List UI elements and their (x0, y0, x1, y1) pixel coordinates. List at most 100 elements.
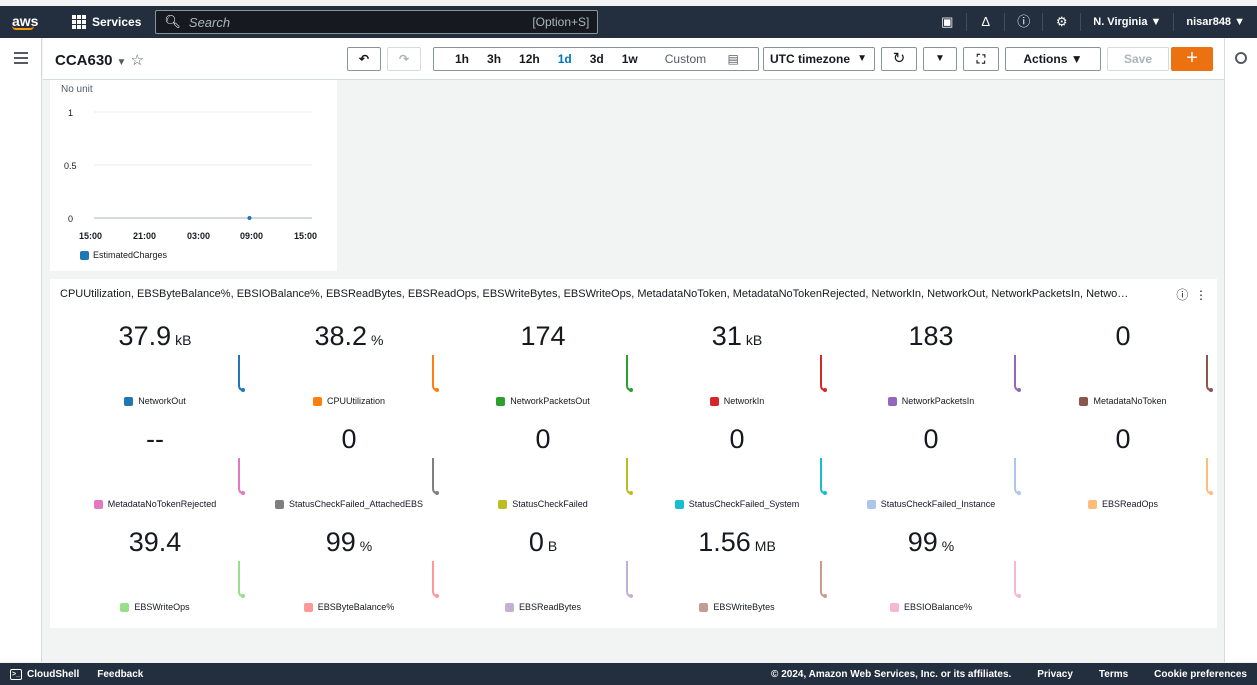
estimated-charges-widget: No unit 1 0.5 0 15:00 21:00 03:00 09:00 … (50, 80, 337, 271)
sparkline-point (629, 594, 633, 598)
legend-item[interactable]: EstimatedCharges (80, 250, 167, 260)
sparkline-point (1017, 388, 1021, 392)
account-menu[interactable]: nisar848 ▼ (1173, 13, 1257, 31)
time-range-selector: 1h 3h 12h 1d 3d 1w Custom ▤ (433, 47, 759, 71)
search-input[interactable]: 🔍︎ Search [Option+S] (155, 10, 599, 34)
refresh-button[interactable]: ↻ (881, 47, 917, 71)
legend-item[interactable]: NetworkPacketsOut (446, 396, 640, 406)
range-1w[interactable]: 1w (613, 52, 647, 66)
dashboard-title[interactable]: CCA630 ▼ ☆ (55, 51, 144, 69)
fullscreen-icon[interactable]: ⛶ (963, 47, 999, 71)
sparkline-point (435, 594, 439, 598)
sparkline-path (238, 561, 244, 597)
legend-item[interactable]: NetworkPacketsIn (834, 396, 1028, 406)
legend-item[interactable]: StatusCheckFailed_AttachedEBS (252, 499, 446, 509)
legend-label: StatusCheckFailed (512, 499, 588, 509)
cookie-preferences-link[interactable]: Cookie preferences (1154, 669, 1247, 680)
metric-number: 0 (528, 527, 544, 557)
sparkline-path (820, 561, 826, 597)
legend-label: StatusCheckFailed_AttachedEBS (288, 499, 424, 509)
legend-item[interactable]: StatusCheckFailed (446, 499, 640, 509)
sparkline-point (1017, 491, 1021, 495)
metric-number: 0 (341, 424, 357, 454)
metric-value: 39.4 (58, 525, 252, 559)
metric-value: 31 kB (640, 319, 834, 357)
legend-item[interactable]: StatusCheckFailed_System (640, 499, 834, 509)
legend-item[interactable]: MetadataNoTokenRejected (58, 499, 252, 509)
range-custom[interactable]: Custom ▤ (647, 52, 757, 66)
legend-item[interactable]: EBSWriteBytes (640, 602, 834, 612)
region-selector[interactable]: N. Virginia ▼ (1080, 13, 1173, 31)
sparkline-path (1014, 355, 1020, 391)
sparkline-path (626, 458, 632, 494)
sparkline-path (820, 355, 826, 391)
range-1d[interactable]: 1d (549, 52, 581, 66)
legend-item[interactable]: CPUUtilization (252, 396, 446, 406)
caret-down-icon[interactable]: ▼ (117, 57, 127, 68)
timezone-select[interactable]: UTC timezone ▼ (763, 47, 875, 71)
cloudshell-icon[interactable]: ▣ (928, 13, 966, 31)
legend-swatch (120, 602, 130, 612)
range-1h[interactable]: 1h (446, 52, 478, 66)
help-icon[interactable]: ⓘ (1004, 13, 1042, 31)
legend-item[interactable]: EBSReadOps (1026, 499, 1220, 509)
legend-item[interactable]: EBSReadBytes (446, 602, 640, 612)
metric-unit: kB (175, 332, 192, 348)
services-menu-button[interactable]: Services (64, 10, 149, 34)
legend-swatch (496, 396, 506, 406)
metric-value: 0 (834, 422, 1028, 456)
legend-item[interactable]: MetadataNoToken (1026, 396, 1220, 406)
sparkline-point (1209, 388, 1213, 392)
save-button[interactable]: Save (1107, 47, 1169, 71)
range-3h[interactable]: 3h (478, 52, 510, 66)
refresh-options-button[interactable]: ▼ (923, 47, 957, 71)
undo-button[interactable]: ↶ (347, 47, 381, 71)
tools-strip: i (1224, 38, 1257, 662)
hamburger-menu-icon[interactable] (14, 52, 28, 67)
legend-item[interactable]: NetworkIn (640, 396, 834, 406)
aws-logo[interactable]: aws (0, 14, 50, 30)
legend-label: NetworkPacketsIn (901, 396, 975, 406)
metric-value: 37.9 kB (58, 319, 252, 357)
more-options-icon[interactable]: ⋮ (1195, 288, 1207, 302)
metric-value: 38.2% (252, 319, 446, 357)
legend-item[interactable]: EBSWriteOps (58, 602, 252, 612)
metric-number: 39.4 (128, 527, 182, 557)
terms-link[interactable]: Terms (1099, 669, 1128, 680)
legend-item[interactable]: NetworkOut (58, 396, 252, 406)
add-widget-button[interactable]: + (1171, 47, 1213, 71)
metric-unit: % (941, 538, 955, 554)
legend-swatch (312, 396, 322, 406)
bell-icon[interactable]: ∆ (966, 13, 1004, 31)
range-12h[interactable]: 12h (510, 52, 549, 66)
legend-label: EBSReadBytes (518, 602, 582, 612)
calendar-icon: ▤ (727, 52, 739, 66)
metric-cell: 174 NetworkPacketsOut (446, 319, 640, 419)
metric-value: -- (58, 422, 252, 456)
side-nav-strip (0, 38, 42, 662)
legend-item[interactable]: EBSByteBalance% (252, 602, 446, 612)
sparkline-point (241, 388, 245, 392)
legend-item[interactable]: StatusCheckFailed_Instance (834, 499, 1028, 509)
range-3d[interactable]: 3d (581, 52, 613, 66)
info-panel-icon[interactable]: i (1235, 52, 1247, 64)
star-icon[interactable]: ☆ (130, 52, 143, 69)
search-placeholder: Search (188, 14, 231, 30)
legend-item[interactable]: EBSIOBalance% (834, 602, 1028, 612)
legend-swatch (274, 499, 284, 509)
x-tick-label: 21:00 (133, 231, 157, 241)
top-navigation: aws Services 🔍︎ Search [Option+S] ▣ ∆ ⓘ … (0, 6, 1257, 38)
info-icon[interactable]: ⓘ (1176, 288, 1188, 302)
legend-swatch (887, 396, 897, 406)
redo-button[interactable]: ↷ (387, 47, 421, 71)
cloudshell-button[interactable]: >_ CloudShell (0, 668, 79, 680)
metric-number: 99 (907, 527, 938, 557)
metric-value: 99% (252, 525, 446, 563)
privacy-link[interactable]: Privacy (1037, 669, 1073, 680)
feedback-link[interactable]: Feedback (97, 669, 143, 680)
gear-icon[interactable]: ⚙ (1042, 13, 1080, 31)
sparkline-path (238, 355, 244, 391)
widget-title: CPUUtilization, EBSByteBalance%, EBSIOBa… (60, 288, 1129, 300)
actions-button[interactable]: Actions ▼ (1005, 47, 1101, 71)
metric-cell: 37.9 kB NetworkOut (58, 319, 252, 419)
